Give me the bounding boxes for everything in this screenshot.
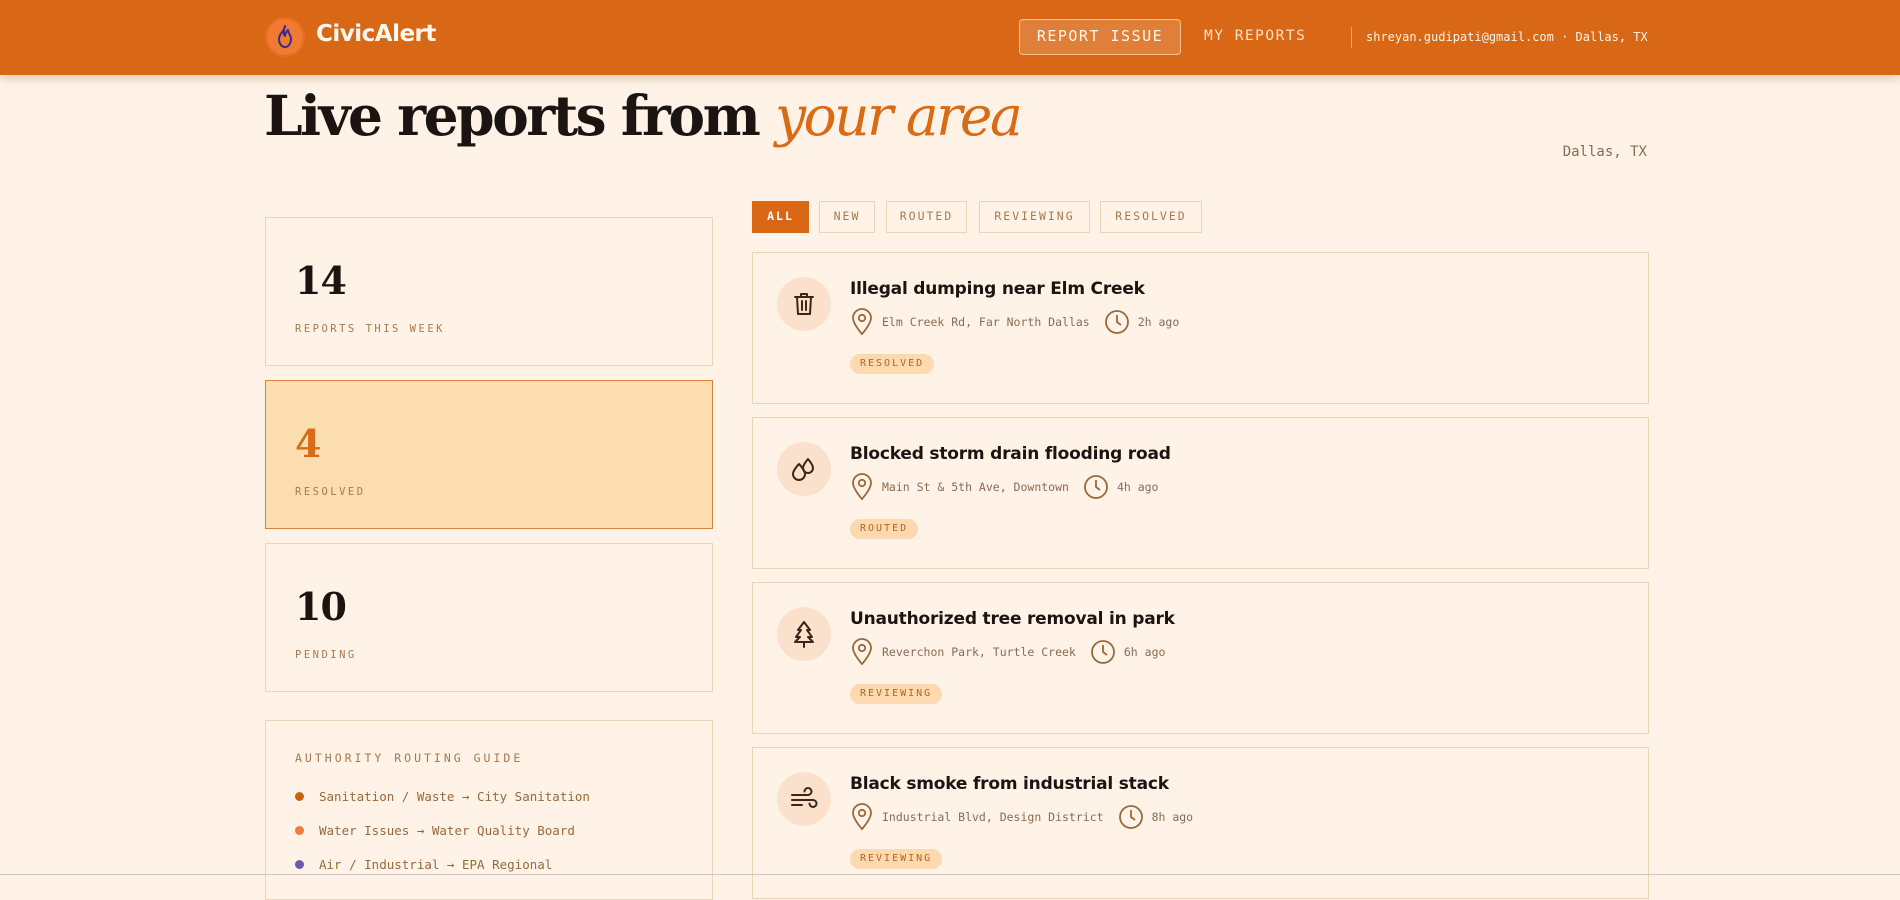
stat-card-pending: 10 PENDING xyxy=(265,543,713,692)
viewport-bottom-edge xyxy=(0,874,1900,875)
report-time: 6h ago xyxy=(1123,645,1166,659)
water-drops-icon xyxy=(777,442,831,496)
report-location: Industrial Blvd, Design District xyxy=(882,810,1104,824)
location-pin-icon xyxy=(852,638,872,666)
filter-tab-routed[interactable]: ROUTED xyxy=(886,201,967,233)
my-reports-link[interactable]: MY REPORTS xyxy=(1204,28,1306,44)
guide-item-text: Air / Industrial → EPA Regional xyxy=(319,856,553,872)
report-card[interactable]: Black smoke from industrial stack Indust… xyxy=(752,747,1649,899)
filter-tab-resolved[interactable]: RESOLVED xyxy=(1100,201,1202,233)
report-title: Black smoke from industrial stack xyxy=(850,774,1169,794)
guide-item-text: Sanitation / Waste → City Sanitation xyxy=(319,788,590,804)
report-time: 4h ago xyxy=(1116,480,1159,494)
brand-name[interactable]: CivicAlert xyxy=(316,21,436,47)
stat-card-reports-week: 14 REPORTS THIS WEEK xyxy=(265,217,713,366)
report-meta: Main St & 5th Ave, Downtown 4h ago xyxy=(850,473,1158,501)
guide-item: Sanitation / Waste → City Sanitation xyxy=(295,786,590,806)
report-card[interactable]: Illegal dumping near Elm Creek Elm Creek… xyxy=(752,252,1649,404)
dot-icon xyxy=(295,825,304,835)
clock-icon xyxy=(1118,805,1143,829)
clock-icon xyxy=(1084,475,1108,499)
report-meta: Reverchon Park, Turtle Creek 6h ago xyxy=(850,638,1165,666)
report-location: Reverchon Park, Turtle Creek xyxy=(882,645,1076,659)
status-badge: REVIEWING xyxy=(850,684,943,704)
clock-icon xyxy=(1090,640,1115,664)
report-card[interactable]: Blocked storm drain flooding road Main S… xyxy=(752,417,1649,569)
authority-routing-guide: AUTHORITY ROUTING GUIDE Sanitation / Was… xyxy=(265,720,713,900)
location-pin-icon xyxy=(852,473,872,501)
guide-title: AUTHORITY ROUTING GUIDE xyxy=(295,751,524,765)
nav-divider xyxy=(1351,27,1352,48)
report-time: 8h ago xyxy=(1151,810,1194,824)
flame-logo-icon[interactable] xyxy=(265,17,305,57)
status-badge: RESOLVED xyxy=(850,354,935,374)
filter-tab-new[interactable]: NEW xyxy=(819,201,875,233)
stat-value: 14 xyxy=(295,258,347,303)
report-time: 2h ago xyxy=(1137,315,1180,329)
guide-item: Water Issues → Water Quality Board xyxy=(295,820,575,840)
page-title-accent: your area xyxy=(774,84,1023,148)
stat-value: 10 xyxy=(295,584,347,629)
stat-label: REPORTS THIS WEEK xyxy=(295,323,445,335)
user-info: shreyan.gudipati@gmail.com · Dallas, TX xyxy=(1366,30,1648,44)
report-meta: Industrial Blvd, Design District 8h ago xyxy=(850,803,1193,831)
report-title: Blocked storm drain flooding road xyxy=(850,444,1171,464)
report-card[interactable]: Unauthorized tree removal in park Reverc… xyxy=(752,582,1649,734)
report-location: Elm Creek Rd, Far North Dallas xyxy=(882,315,1090,329)
wind-smoke-icon xyxy=(777,772,831,826)
dot-icon xyxy=(295,791,304,801)
report-meta: Elm Creek Rd, Far North Dallas 2h ago xyxy=(850,308,1179,336)
stat-label: RESOLVED xyxy=(295,486,366,498)
page-title-main: Live reports from xyxy=(264,83,775,148)
filter-tab-all[interactable]: ALL xyxy=(752,201,809,233)
report-location: Main St & 5th Ave, Downtown xyxy=(882,480,1069,494)
guide-item: Air / Industrial → EPA Regional xyxy=(295,854,552,874)
guide-item-text: Water Issues → Water Quality Board xyxy=(319,822,575,838)
stat-label: PENDING xyxy=(295,649,357,661)
stat-card-resolved: 4 RESOLVED xyxy=(265,380,713,529)
report-issue-button[interactable]: REPORT ISSUE xyxy=(1019,19,1181,55)
status-badge: REVIEWING xyxy=(850,849,943,869)
location-pin-icon xyxy=(852,308,872,336)
location-pin-icon xyxy=(852,803,872,831)
top-nav-bar: CivicAlert REPORT ISSUE MY REPORTS shrey… xyxy=(0,0,1900,75)
page-title: Live reports from your area xyxy=(264,81,1023,151)
area-location: Dallas, TX xyxy=(1562,144,1647,160)
filter-tab-reviewing[interactable]: REVIEWING xyxy=(979,201,1090,233)
clock-icon xyxy=(1104,310,1129,334)
report-title: Unauthorized tree removal in park xyxy=(850,609,1175,629)
tree-icon xyxy=(777,607,831,661)
status-badge: ROUTED xyxy=(850,519,919,539)
stat-value: 4 xyxy=(295,421,321,466)
dot-icon xyxy=(295,859,304,869)
trash-icon xyxy=(777,277,831,331)
report-title: Illegal dumping near Elm Creek xyxy=(850,279,1145,299)
